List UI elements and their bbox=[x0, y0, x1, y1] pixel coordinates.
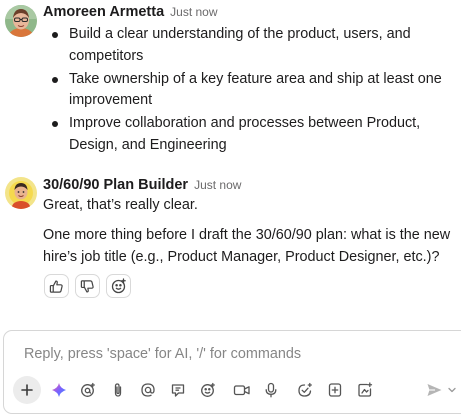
send-icon bbox=[426, 382, 443, 398]
sender-name[interactable]: Amoreen Armetta bbox=[43, 4, 164, 20]
whiteboard-icon bbox=[357, 382, 373, 398]
list-item: Build a clear understanding of the produ… bbox=[50, 24, 455, 67]
ai-button[interactable] bbox=[46, 377, 72, 403]
bullet-dot bbox=[52, 121, 58, 127]
sender-name[interactable]: 30/60/90 Plan Builder bbox=[43, 177, 188, 193]
send-options-button[interactable] bbox=[444, 377, 460, 403]
chevron-down-icon bbox=[447, 385, 457, 395]
bullet-dot bbox=[52, 32, 58, 38]
video-icon bbox=[233, 382, 251, 398]
attachment-icon bbox=[110, 382, 126, 398]
ai-sparkle-icon bbox=[51, 382, 67, 398]
reaction-bar bbox=[44, 274, 131, 298]
voice-button[interactable] bbox=[258, 377, 284, 403]
whiteboard-button[interactable] bbox=[352, 377, 378, 403]
add-emoji-icon bbox=[111, 278, 127, 294]
video-button[interactable] bbox=[229, 377, 255, 403]
message-text: One more thing before I draft the 30/60/… bbox=[43, 227, 451, 265]
comment-icon bbox=[170, 382, 186, 398]
bullet-list: Build a clear understanding of the produ… bbox=[50, 24, 455, 158]
reply-input-placeholder[interactable]: Reply, press 'space' for AI, '/' for com… bbox=[24, 346, 301, 362]
new-doc-button[interactable] bbox=[322, 377, 348, 403]
attach-button[interactable] bbox=[105, 377, 131, 403]
avatar-plan-builder[interactable] bbox=[5, 177, 37, 209]
message-header: 30/60/90 Plan Builder Just now bbox=[43, 176, 241, 194]
add-icon bbox=[20, 383, 34, 397]
thumbs-up-icon bbox=[49, 279, 64, 294]
mention-ai-icon bbox=[80, 382, 96, 398]
list-item: Improve collaboration and processes betw… bbox=[50, 113, 455, 156]
avatar-amoreen[interactable] bbox=[5, 5, 37, 37]
mention-ai-button[interactable] bbox=[75, 377, 101, 403]
message-header: Amoreen Armetta Just now bbox=[43, 3, 218, 21]
microphone-icon bbox=[263, 382, 279, 398]
mention-button[interactable] bbox=[135, 377, 161, 403]
list-item: Take ownership of a key feature area and… bbox=[50, 69, 455, 112]
at-mention-icon bbox=[140, 382, 156, 398]
timestamp[interactable]: Just now bbox=[194, 178, 241, 192]
composer-toolbar bbox=[4, 375, 461, 405]
message-text: Great, that’s really clear. bbox=[43, 197, 198, 213]
thumbs-up-button[interactable] bbox=[44, 274, 69, 298]
message-composer[interactable]: Reply, press 'space' for AI, '/' for com… bbox=[3, 330, 461, 414]
add-button[interactable] bbox=[13, 376, 41, 404]
bullet-text: Build a clear understanding of the produ… bbox=[69, 26, 411, 64]
bullet-dot bbox=[52, 76, 58, 83]
add-task-button[interactable] bbox=[292, 377, 318, 403]
thumbs-down-button[interactable] bbox=[75, 274, 100, 298]
emoji-icon bbox=[200, 382, 216, 398]
new-doc-icon bbox=[327, 382, 343, 398]
add-reaction-button[interactable] bbox=[106, 274, 131, 298]
bullet-text: Improve collaboration and processes betw… bbox=[69, 115, 421, 153]
emoji-button[interactable] bbox=[195, 377, 221, 403]
comment-button[interactable] bbox=[165, 377, 191, 403]
add-task-icon bbox=[297, 382, 313, 398]
thumbs-down-icon bbox=[80, 279, 95, 294]
bullet-text: Take ownership of a key feature area and… bbox=[69, 70, 442, 109]
timestamp[interactable]: Just now bbox=[170, 5, 217, 19]
